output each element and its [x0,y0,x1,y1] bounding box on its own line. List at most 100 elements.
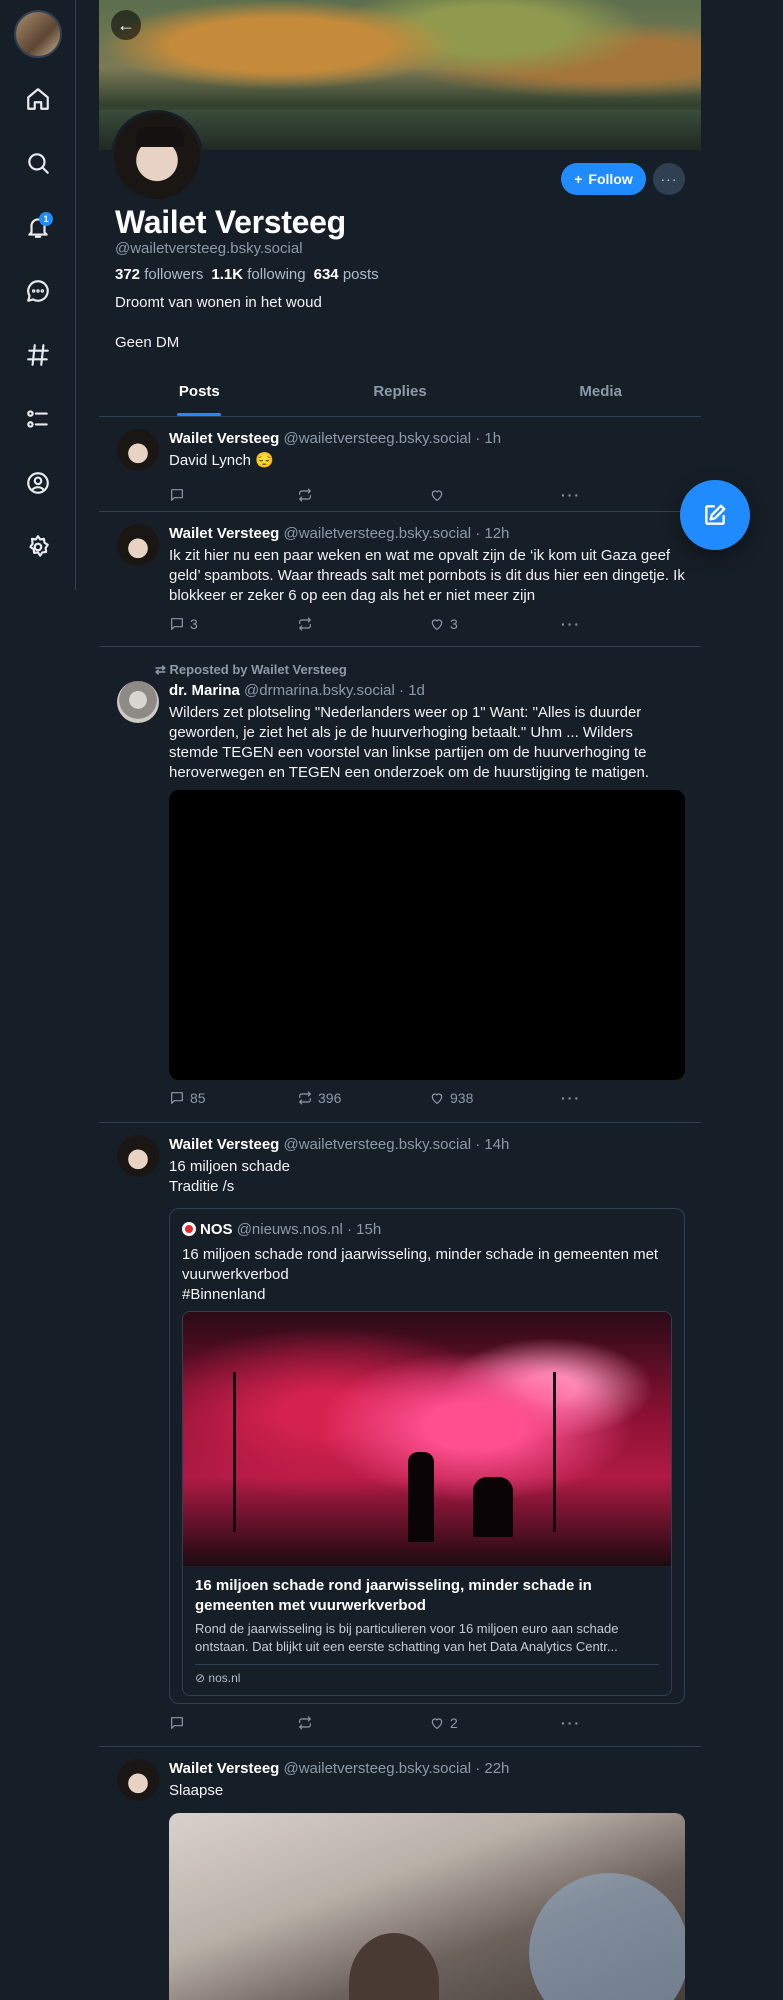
profile-bio-line: Droomt van wonen in het woud [115,294,322,311]
like-count: 2 [450,1715,458,1731]
followers-count: 372 [115,266,141,283]
profile-icon[interactable] [19,464,57,502]
post-author-name[interactable]: Wailet Versteeg [169,1136,279,1153]
follow-button[interactable]: + Follow [561,163,646,195]
post-author-handle[interactable]: @wailetversteeg.bsky.social [284,430,472,447]
quoted-author-name: NOS [200,1221,233,1238]
quoted-author-handle: @nieuws.nos.nl [236,1221,343,1238]
reply-button[interactable] [169,487,185,503]
like-button[interactable]: 3 [429,616,458,632]
profile-tabs: Posts Replies Media [99,370,701,417]
reply-button[interactable]: 3 [169,616,198,632]
repost-indicator[interactable]: ⇄ Reposted by Wailet Versteeg [155,662,347,678]
post-more-button[interactable]: ··· [561,1715,581,1731]
link-preview-image [183,1312,671,1566]
quoted-hashtag[interactable]: #Binnenland [182,1285,672,1305]
reply-icon [171,1717,183,1729]
repost-button[interactable] [297,1715,313,1731]
tab-posts[interactable]: Posts [99,370,300,416]
post-actions: 2 ··· [169,1715,589,1733]
tab-media[interactable]: Media [500,370,701,416]
link-preview-card[interactable]: 16 miljoen schade rond jaarwisseling, mi… [182,1311,672,1696]
reply-icon [171,1092,183,1104]
post-time[interactable]: 1d [408,682,425,699]
like-button[interactable] [429,487,445,503]
profile-more-button[interactable]: ··· [653,163,685,195]
feed-post[interactable]: Wailet Versteeg @wailetversteeg.bsky.soc… [99,512,701,647]
reply-count: 85 [190,1090,206,1106]
post-author-handle[interactable]: @wailetversteeg.bsky.social [284,1760,472,1777]
like-button[interactable]: 938 [429,1090,473,1106]
post-author-name[interactable]: Wailet Versteeg [169,1760,279,1777]
posts-count: 634 [313,266,339,283]
back-arrow-icon[interactable]: ← [111,10,141,40]
post-more-button[interactable]: ··· [561,1090,581,1106]
reply-button[interactable] [169,1715,185,1731]
post-text: Wilders zet plotseling "Nederlanders wee… [169,704,650,781]
post-author-avatar[interactable] [117,524,159,566]
post-author-avatar[interactable] [117,1759,159,1801]
feed-post[interactable]: Wailet Versteeg @wailetversteeg.bsky.soc… [99,417,701,512]
post-author-handle[interactable]: @drmarina.bsky.social [244,682,395,699]
person-silhouette [408,1452,434,1542]
chat-icon[interactable] [19,272,57,310]
post-more-button[interactable]: ··· [561,616,581,632]
post-image[interactable] [169,1813,685,2000]
post-author-avatar[interactable] [117,1135,159,1177]
link-domain-text: nos.nl [208,1671,241,1685]
tab-replies[interactable]: Replies [300,370,501,416]
search-icon[interactable] [19,144,57,182]
following-label: following [247,266,306,283]
profile-avatar[interactable] [111,110,203,202]
quoted-post[interactable]: NOS @nieuws.nos.nl · 15h 16 miljoen scha… [169,1208,685,1704]
feed-post-repost[interactable]: ⇄ Reposted by Wailet Versteeg dr. Marina… [99,647,701,1123]
post-author-name[interactable]: Wailet Versteeg [169,525,279,542]
lists-icon[interactable] [19,400,57,438]
post-author-handle[interactable]: @wailetversteeg.bsky.social [284,525,472,542]
compose-pencil-icon [705,504,726,525]
feeds-hash-icon[interactable] [19,336,57,374]
profile-main-column: ← + Follow ··· Wailet Versteeg @wailetve… [99,0,701,2000]
post-author-name[interactable]: Wailet Versteeg [169,430,279,447]
post-header: dr. Marina @drmarina.bsky.social · 1d [169,682,425,699]
post-actions: 85 396 938 ··· [169,1090,589,1108]
post-time[interactable]: 22h [484,1760,509,1777]
repost-icon [299,488,311,502]
like-count: 3 [450,616,458,632]
current-user-avatar[interactable] [14,10,62,58]
reply-count: 3 [190,616,198,632]
following-stat[interactable]: 1.1K following [211,266,305,283]
profile-stats: 372 followers 1.1K following 634 posts [115,266,379,283]
post-time[interactable]: 14h [484,1136,509,1153]
post-author-name[interactable]: dr. Marina [169,682,240,699]
home-icon[interactable] [19,80,57,118]
video-player[interactable] [169,790,685,1080]
post-more-button[interactable]: ··· [561,487,581,503]
image-blur-shape [349,1933,439,2000]
reply-button[interactable]: 85 [169,1090,206,1106]
repost-button[interactable] [297,616,313,632]
repost-button[interactable] [297,487,313,503]
settings-gear-icon[interactable] [19,528,57,566]
compose-post-button[interactable] [680,480,750,550]
feed-post-quote[interactable]: Wailet Versteeg @wailetversteeg.bsky.soc… [99,1123,701,1747]
repost-count: 396 [318,1090,342,1106]
quoted-post-header: NOS @nieuws.nos.nl · 15h [182,1221,381,1238]
post-time[interactable]: 12h [484,525,509,542]
like-count: 938 [450,1090,474,1106]
post-author-avatar[interactable] [117,681,159,723]
feed-post[interactable]: Wailet Versteeg @wailetversteeg.bsky.soc… [99,1747,701,2000]
post-actions: 3 3 ··· [169,616,589,634]
followers-stat[interactable]: 372 followers [115,266,203,283]
person-silhouette [473,1477,513,1537]
post-text: Slaapse [169,1782,224,1799]
post-time[interactable]: 1h [484,430,501,447]
following-count: 1.1K [211,266,244,283]
post-author-handle[interactable]: @wailetversteeg.bsky.social [284,1136,472,1153]
post-header: Wailet Versteeg @wailetversteeg.bsky.soc… [169,1136,510,1153]
post-author-avatar[interactable] [117,429,159,471]
repost-button[interactable]: 396 [297,1090,341,1106]
link-description: Rond de jaarwisseling is bij particulier… [195,1621,619,1654]
like-button[interactable]: 2 [429,1715,458,1731]
notifications-icon[interactable]: 1 [19,208,57,246]
